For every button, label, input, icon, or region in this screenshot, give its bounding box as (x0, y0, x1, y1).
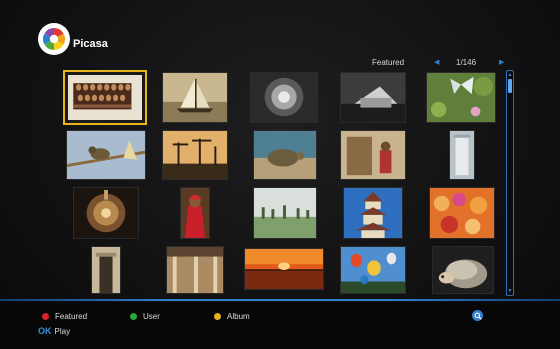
play-label: Play (54, 326, 71, 336)
scroll-up-icon[interactable]: ▲ (507, 72, 513, 78)
photo-thumb-2[interactable] (162, 72, 228, 123)
child-doorway-image (341, 131, 405, 179)
doorway-image (92, 247, 120, 293)
picasa-screen: Picasa Featured ◀ 1/146 ▶ ▲ ▼ Featured U… (0, 0, 560, 349)
photo-thumb-16[interactable] (91, 246, 121, 294)
photo-grid (0, 0, 560, 300)
flower-bw-image (251, 73, 317, 122)
footer-divider (0, 299, 560, 301)
play-button[interactable]: OK Play (38, 326, 70, 336)
photo-thumb-4[interactable] (340, 72, 406, 123)
monument-image (341, 73, 405, 122)
user-button[interactable]: User (130, 312, 160, 321)
pagoda-image (344, 188, 402, 238)
woman-sari-image (181, 188, 209, 238)
sailboat-image (163, 73, 227, 122)
green-key-icon (130, 313, 137, 320)
album-button[interactable]: Album (214, 312, 250, 321)
pillar-image (450, 131, 474, 179)
festival-crowd-image (430, 188, 494, 238)
photo-thumb-1[interactable] (63, 70, 147, 125)
photo-thumb-14[interactable] (343, 187, 403, 239)
photo-thumb-17[interactable] (166, 246, 224, 294)
photo-thumb-12[interactable] (180, 187, 210, 239)
photo-thumb-13[interactable] (253, 187, 317, 239)
photo-thumb-7[interactable] (162, 130, 228, 180)
photo-thumb-5[interactable] (426, 72, 496, 123)
photo-thumb-8[interactable] (253, 130, 317, 180)
sunset-water-image (245, 249, 323, 289)
horizon-trees-image (254, 188, 316, 238)
album-label: Album (227, 312, 250, 321)
photo-thumb-6[interactable] (66, 130, 146, 180)
photo-thumb-10[interactable] (449, 130, 475, 180)
featured-label: Featured (55, 312, 88, 321)
carved-panel-image (68, 75, 142, 120)
photo-thumb-3[interactable] (250, 72, 318, 123)
scroll-down-icon[interactable]: ▼ (507, 288, 513, 294)
photo-thumb-15[interactable] (429, 187, 495, 239)
photo-thumb-20[interactable] (432, 246, 494, 294)
vertical-scrollbar[interactable]: ▲ ▼ (506, 70, 514, 296)
red-key-icon (42, 313, 49, 320)
hot-air-balloons-image (341, 247, 405, 293)
scrollbar-thumb[interactable] (508, 79, 512, 93)
harbor-cranes-image (163, 131, 227, 179)
featured-button[interactable]: Featured (42, 312, 87, 321)
photo-thumb-18[interactable] (244, 248, 324, 290)
sea-turtle-image (254, 131, 316, 179)
butterfly-image (427, 73, 495, 122)
photo-thumb-9[interactable] (340, 130, 406, 180)
hedgehog-image (433, 247, 493, 293)
yellow-key-icon (214, 313, 221, 320)
ok-key: OK (38, 326, 52, 336)
user-label: User (143, 312, 160, 321)
footer-bar: Featured User Album OK Play (0, 302, 560, 349)
search-icon[interactable] (472, 310, 483, 321)
veranda-image (167, 247, 223, 293)
photo-thumb-11[interactable] (73, 187, 139, 239)
bird-branch-image (67, 131, 145, 179)
temple-dome-image (74, 188, 138, 238)
photo-thumb-19[interactable] (340, 246, 406, 294)
